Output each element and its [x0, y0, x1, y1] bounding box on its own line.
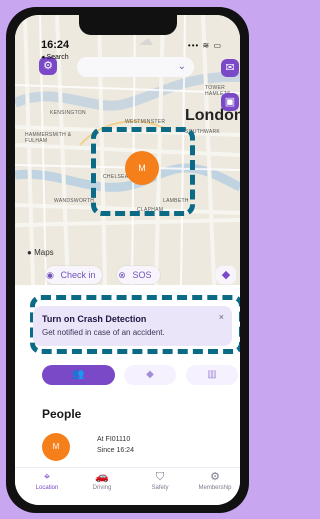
nav-driving-label: Driving — [92, 485, 112, 491]
phone-screen: WESTMINSTER SOUTHWARK KENSINGTON HAMMERS… — [15, 15, 240, 505]
gear-icon: ⚙ — [43, 60, 53, 72]
nav-membership[interactable]: ⚙ Membership — [191, 471, 239, 491]
tab-people[interactable]: 👥 — [42, 365, 115, 385]
tag-icon: ◆ — [146, 369, 154, 380]
status-icons: ••• ≋ ▭ — [187, 41, 222, 50]
avatar: M — [42, 433, 70, 461]
close-icon[interactable]: × — [219, 312, 224, 322]
person-row[interactable]: M At FI01110 Since 16:24 — [42, 433, 219, 461]
check-in-button[interactable]: ◉ Check in — [45, 266, 102, 284]
messages-button[interactable]: ✉ — [221, 59, 239, 77]
tab-places[interactable]: ▥ — [186, 365, 238, 385]
crash-detection-title: Turn on Crash Detection — [42, 314, 147, 324]
member-tabs: 👥 ◆ ▥ — [15, 365, 240, 385]
map-label-kensington: KENSINGTON — [50, 110, 86, 116]
map-label-wandsworth: WANDSWORTH — [54, 198, 95, 204]
location-check-icon: ◉ — [46, 270, 54, 280]
person-since: Since 16:24 — [97, 447, 134, 454]
mail-icon: ✉ — [225, 62, 235, 74]
map-label-westminster: WESTMINSTER — [125, 119, 166, 125]
layers-icon: ◆ — [221, 269, 231, 281]
tab-items[interactable]: ◆ — [124, 365, 176, 385]
nav-safety-label: Safety — [151, 485, 169, 491]
check-in-label: Check in — [60, 270, 96, 280]
sos-label: SOS — [132, 270, 152, 280]
people-heading: People — [42, 407, 82, 421]
nav-driving[interactable]: 🚗 Driving — [78, 471, 126, 491]
sos-icon: ⊗ — [118, 270, 126, 280]
people-icon: 👥 — [72, 369, 85, 380]
building-icon: ▥ — [207, 369, 217, 380]
status-back-link[interactable]: ◂ Search — [41, 53, 69, 61]
nav-location-label: Location — [35, 485, 59, 491]
layers-button[interactable]: ◆ — [216, 266, 236, 284]
person-location: At FI01110 — [97, 436, 131, 443]
camera-notch — [79, 15, 177, 35]
maps-attribution: ● Maps — [27, 248, 54, 257]
map-label-hammersmith-fulham: HAMMERSMITH & FULHAM — [25, 132, 72, 144]
map-actions: ◉ Check in ⊗ SOS ◆ — [15, 259, 240, 295]
chat-icon: ▣ — [224, 96, 236, 108]
phone-frame: WESTMINSTER SOUTHWARK KENSINGTON HAMMERS… — [6, 7, 249, 513]
settings-icon: ⚙ — [210, 471, 220, 483]
nav-membership-label: Membership — [198, 485, 232, 491]
apple-maps-icon: ● — [27, 248, 32, 257]
map-pin-icon: ⌖ — [43, 471, 51, 483]
crash-detection-subtitle: Get notified in case of an accident. — [42, 328, 165, 337]
chevron-down-icon: ⌄ — [177, 61, 186, 72]
nav-location[interactable]: ⌖ Location — [23, 471, 71, 491]
maps-attribution-text: Maps — [34, 248, 54, 257]
circle-selector[interactable]: ⌄ — [77, 57, 194, 77]
shield-icon: ⛉ — [155, 471, 165, 483]
car-icon: 🚗 — [95, 471, 109, 483]
nav-safety[interactable]: ⛉ Safety — [136, 471, 184, 491]
sos-button[interactable]: ⊗ SOS — [117, 266, 160, 284]
bottom-navigation: ⌖ Location 🚗 Driving ⛉ Safety ⚙ Membersh… — [15, 467, 240, 505]
status-time: 16:24 — [41, 39, 70, 51]
map-avatar[interactable]: M — [125, 151, 159, 185]
crash-detection-card[interactable]: Turn on Crash Detection Get notified in … — [33, 306, 232, 346]
chat-button[interactable]: ▣ — [221, 93, 239, 111]
